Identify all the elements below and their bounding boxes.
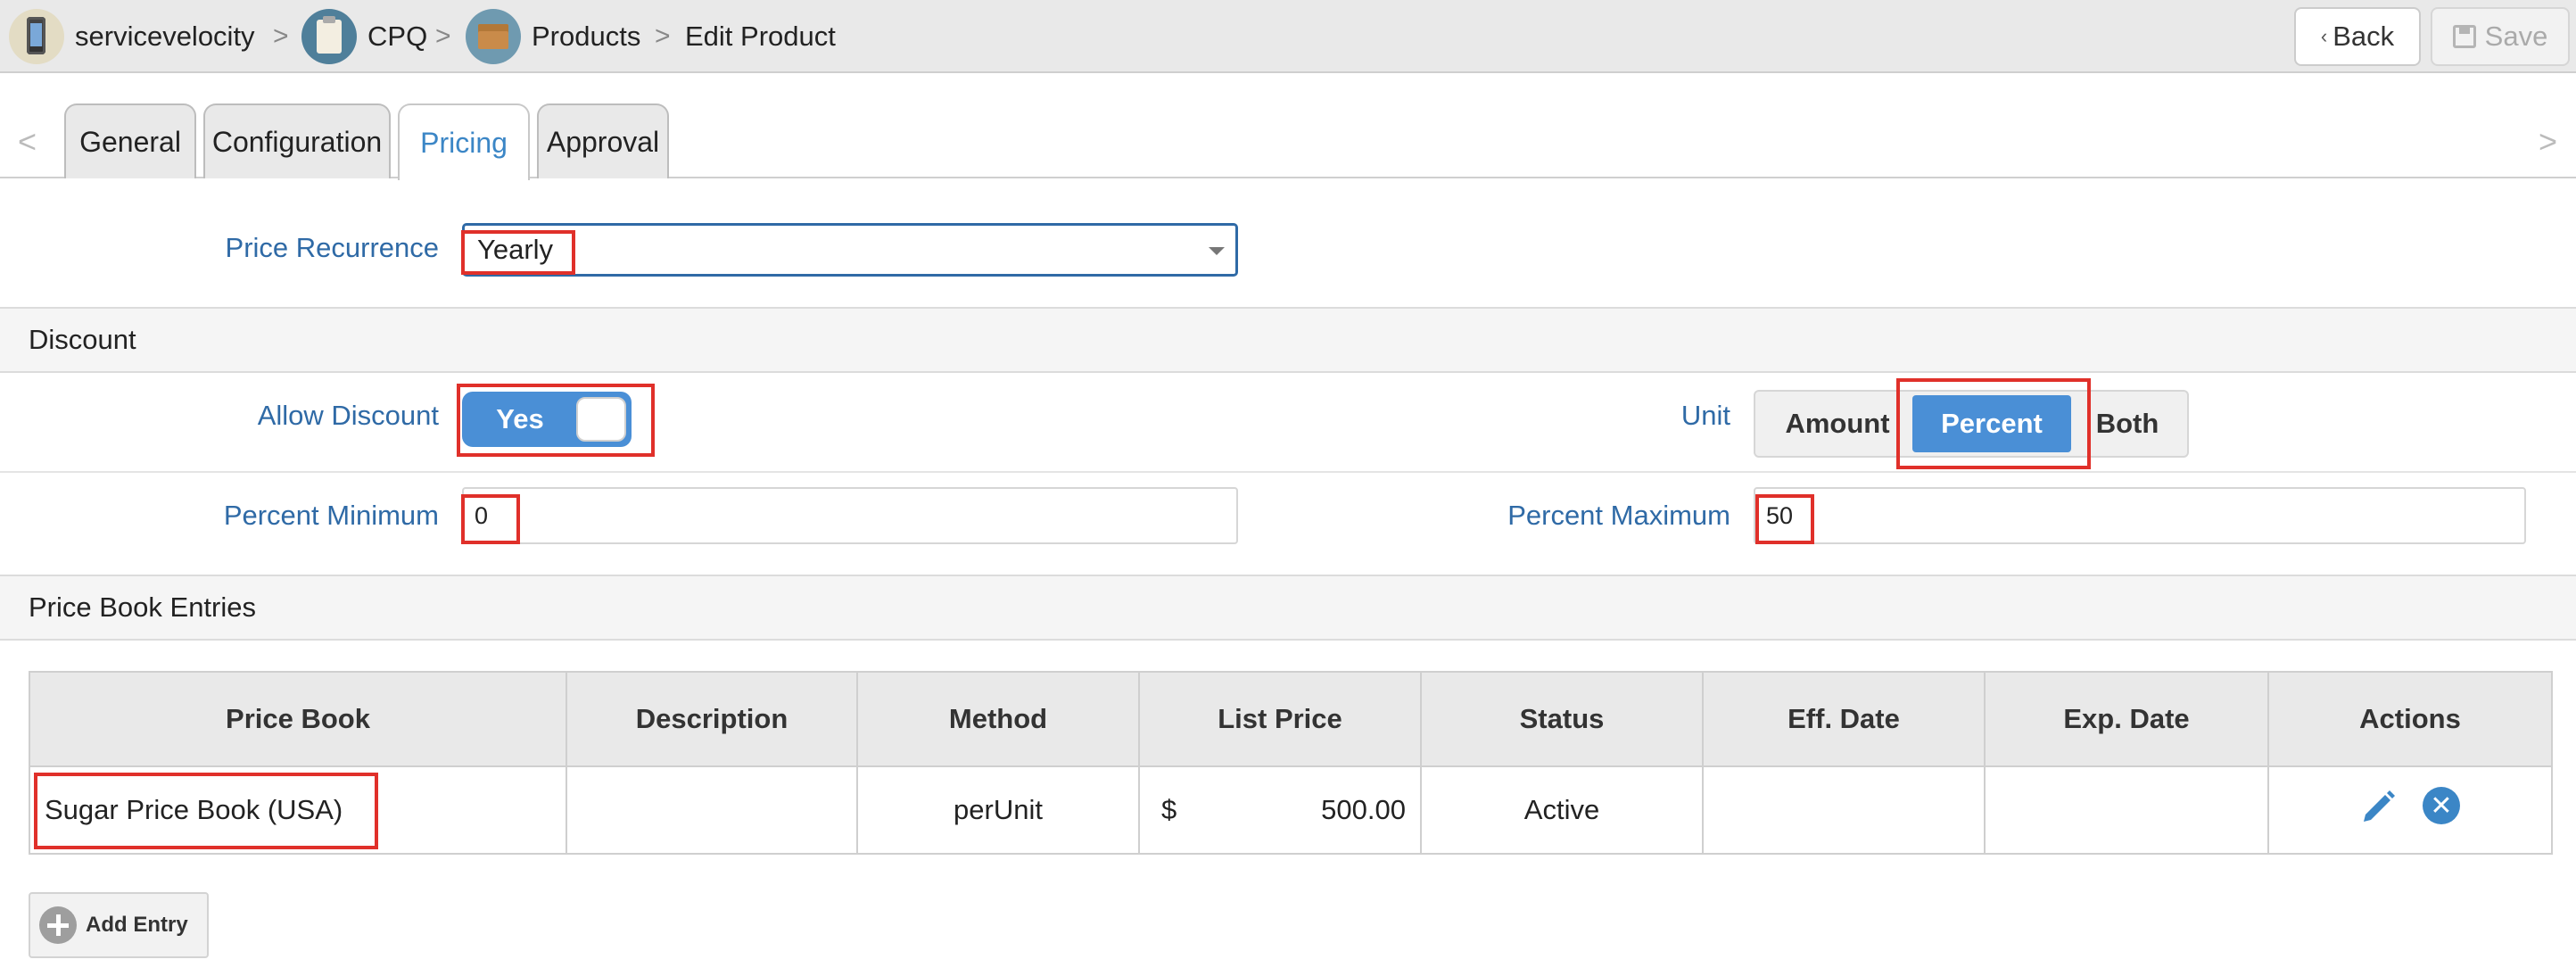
breadcrumb-label: servicevelocity [75,21,255,52]
price-book-table: Price Book Description Method List Price… [29,671,2553,855]
price-book-section-header: Price Book Entries [0,575,2576,641]
phone-icon [9,9,64,64]
dropdown-caret-icon [1209,247,1225,255]
breadcrumb-label: Products [532,21,641,52]
save-button[interactable]: Save [2431,7,2570,66]
column-header-price-book: Price Book [30,673,567,767]
row-divider [0,471,2576,473]
cell-method: perUnit [858,767,1140,853]
tab-pricing[interactable]: Pricing [398,103,530,180]
allow-discount-label: Allow Discount [257,400,439,431]
tab-general[interactable]: General [64,103,196,178]
tab-scroll-left-icon[interactable]: < [18,123,37,161]
cell-actions [2269,767,2551,853]
back-button[interactable]: ‹ Back [2294,7,2421,66]
save-icon [2452,25,2476,48]
column-header-list-price: List Price [1140,673,1422,767]
edit-pencil-icon[interactable] [2360,788,2396,823]
percent-minimum-label: Percent Minimum [223,500,439,531]
chevron-right-icon: > [273,21,289,51]
save-label: Save [2484,21,2548,52]
chevron-left-icon: ‹ [2320,25,2328,47]
price-recurrence-value: Yearly [477,234,554,265]
top-bar: servicevelocity > CPQ > Products > Edit … [0,0,2576,73]
column-header-exp-date: Exp. Date [1986,673,2269,767]
chevron-right-icon: > [655,21,671,51]
toggle-knob [576,397,626,442]
cell-eff-date [1704,767,1986,853]
add-entry-button[interactable]: Add Entry [29,892,209,958]
allow-discount-toggle[interactable]: Yes [462,392,632,447]
tab-approval[interactable]: Approval [537,103,669,178]
unit-label: Unit [1680,400,1730,431]
list-price-value: 500.00 [1321,794,1406,825]
cell-description [567,767,858,853]
cell-price-book[interactable]: Sugar Price Book (USA) [30,767,567,853]
toggle-state-label: Yes [496,403,544,434]
back-label: Back [2332,21,2395,52]
price-recurrence-select[interactable]: Yearly [462,223,1238,277]
plus-circle-icon [39,906,77,944]
breadcrumb-item-servicevelocity[interactable]: servicevelocity [9,0,255,73]
clipboard-icon [301,9,357,64]
column-header-description: Description [567,673,858,767]
breadcrumb-item-cpq[interactable]: CPQ [301,0,427,73]
price-recurrence-label: Price Recurrence [225,232,439,263]
add-entry-label: Add Entry [86,913,188,937]
percent-minimum-input[interactable]: 0 [462,487,1238,544]
cell-exp-date [1986,767,2269,853]
column-header-method: Method [858,673,1140,767]
discount-section-header: Discount [0,307,2576,373]
percent-maximum-input[interactable]: 50 [1754,487,2526,544]
tab-scroll-right-icon[interactable]: > [2539,123,2557,161]
tab-configuration[interactable]: Configuration [203,103,391,178]
breadcrumb-current: Edit Product [685,0,836,73]
page-title: Edit Product [685,21,836,52]
chevron-right-icon: > [435,21,451,51]
percent-maximum-label: Percent Maximum [1507,500,1730,531]
unit-segmented-control: Amount Percent Both [1754,390,2189,458]
unit-amount-button[interactable]: Amount [1763,392,1912,456]
delete-icon[interactable]: ✕ [2423,787,2460,824]
cell-list-price: $ 500.00 [1140,767,1422,853]
breadcrumb-item-products[interactable]: Products [466,0,640,73]
currency-symbol: $ [1161,794,1177,825]
column-header-status: Status [1422,673,1704,767]
box-icon [466,9,521,64]
column-header-eff-date: Eff. Date [1704,673,1986,767]
cell-status: Active [1422,767,1704,853]
unit-both-button[interactable]: Both [2071,392,2184,456]
column-header-actions: Actions [2269,673,2551,767]
unit-percent-button[interactable]: Percent [1912,395,2071,452]
breadcrumb-label: CPQ [367,21,428,52]
